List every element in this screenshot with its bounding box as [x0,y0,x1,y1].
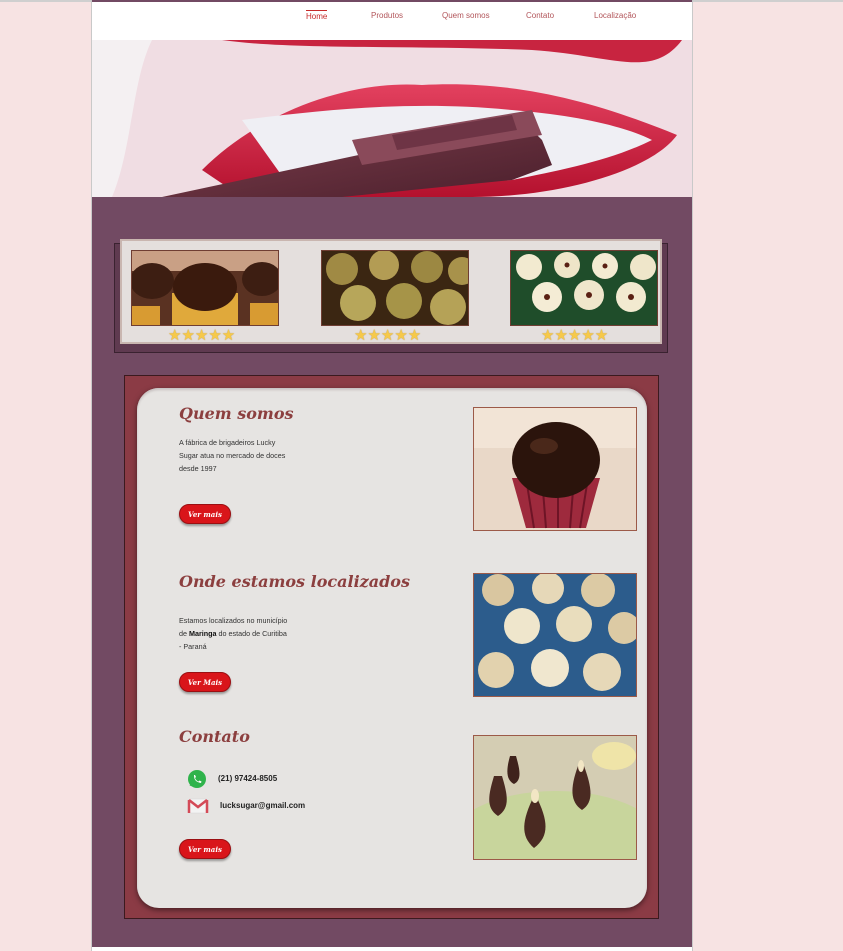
info-panel: Quem somos A fábrica de brigadeiros Luck… [124,375,659,919]
location-photo [473,573,637,697]
location-text: Estamos localizados no município de Mari… [179,616,288,651]
whatsapp-icon[interactable] [187,769,207,794]
nav-localizacao[interactable]: Localização [594,11,636,20]
rating-stars-3[interactable]: ★★★★★ [541,328,608,344]
rating-stars-1[interactable]: ★★★★★ [168,328,235,344]
hero-image [92,40,692,197]
about-photo [473,407,637,531]
location-city: Maringa [189,629,217,638]
gallery-image-beijinho[interactable] [510,250,658,326]
info-card: Quem somos A fábrica de brigadeiros Luck… [137,388,647,908]
bottom-border [92,947,692,951]
nav-contato[interactable]: Contato [526,11,554,20]
location-title: Onde estamos localizados [179,572,410,591]
location-more-button[interactable]: Ver Mais [179,672,231,692]
gallery-image-brigadeiro[interactable] [131,250,279,326]
about-text: A fábrica de brigadeiros Lucky Sugar atu… [179,438,286,473]
rating-stars-2[interactable]: ★★★★★ [354,328,421,344]
nav-produtos[interactable]: Produtos [371,11,403,20]
about-title: Quem somos [179,404,294,423]
gmail-icon[interactable] [187,798,209,819]
about-more-button[interactable]: Ver mais [179,504,231,524]
gallery-image-pistachio[interactable] [321,250,469,326]
nav-quem-somos[interactable]: Quem somos [442,11,490,20]
contact-more-button[interactable]: Ver mais [179,839,231,859]
contact-title: Contato [179,727,250,746]
hero-banner [92,40,692,197]
contact-phone[interactable]: (21) 97424-8505 [218,774,277,783]
contact-photo [473,735,637,860]
contact-email[interactable]: lucksugar@gmail.com [220,801,305,810]
page-container: Home Produtos Quem somos Contato Localiz… [91,0,693,951]
product-gallery: ★★★★★ ★★★★★ ★★★★★ [120,239,662,344]
nav-home[interactable]: Home [306,10,328,21]
main-nav: Home Produtos Quem somos Contato Localiz… [92,2,692,40]
